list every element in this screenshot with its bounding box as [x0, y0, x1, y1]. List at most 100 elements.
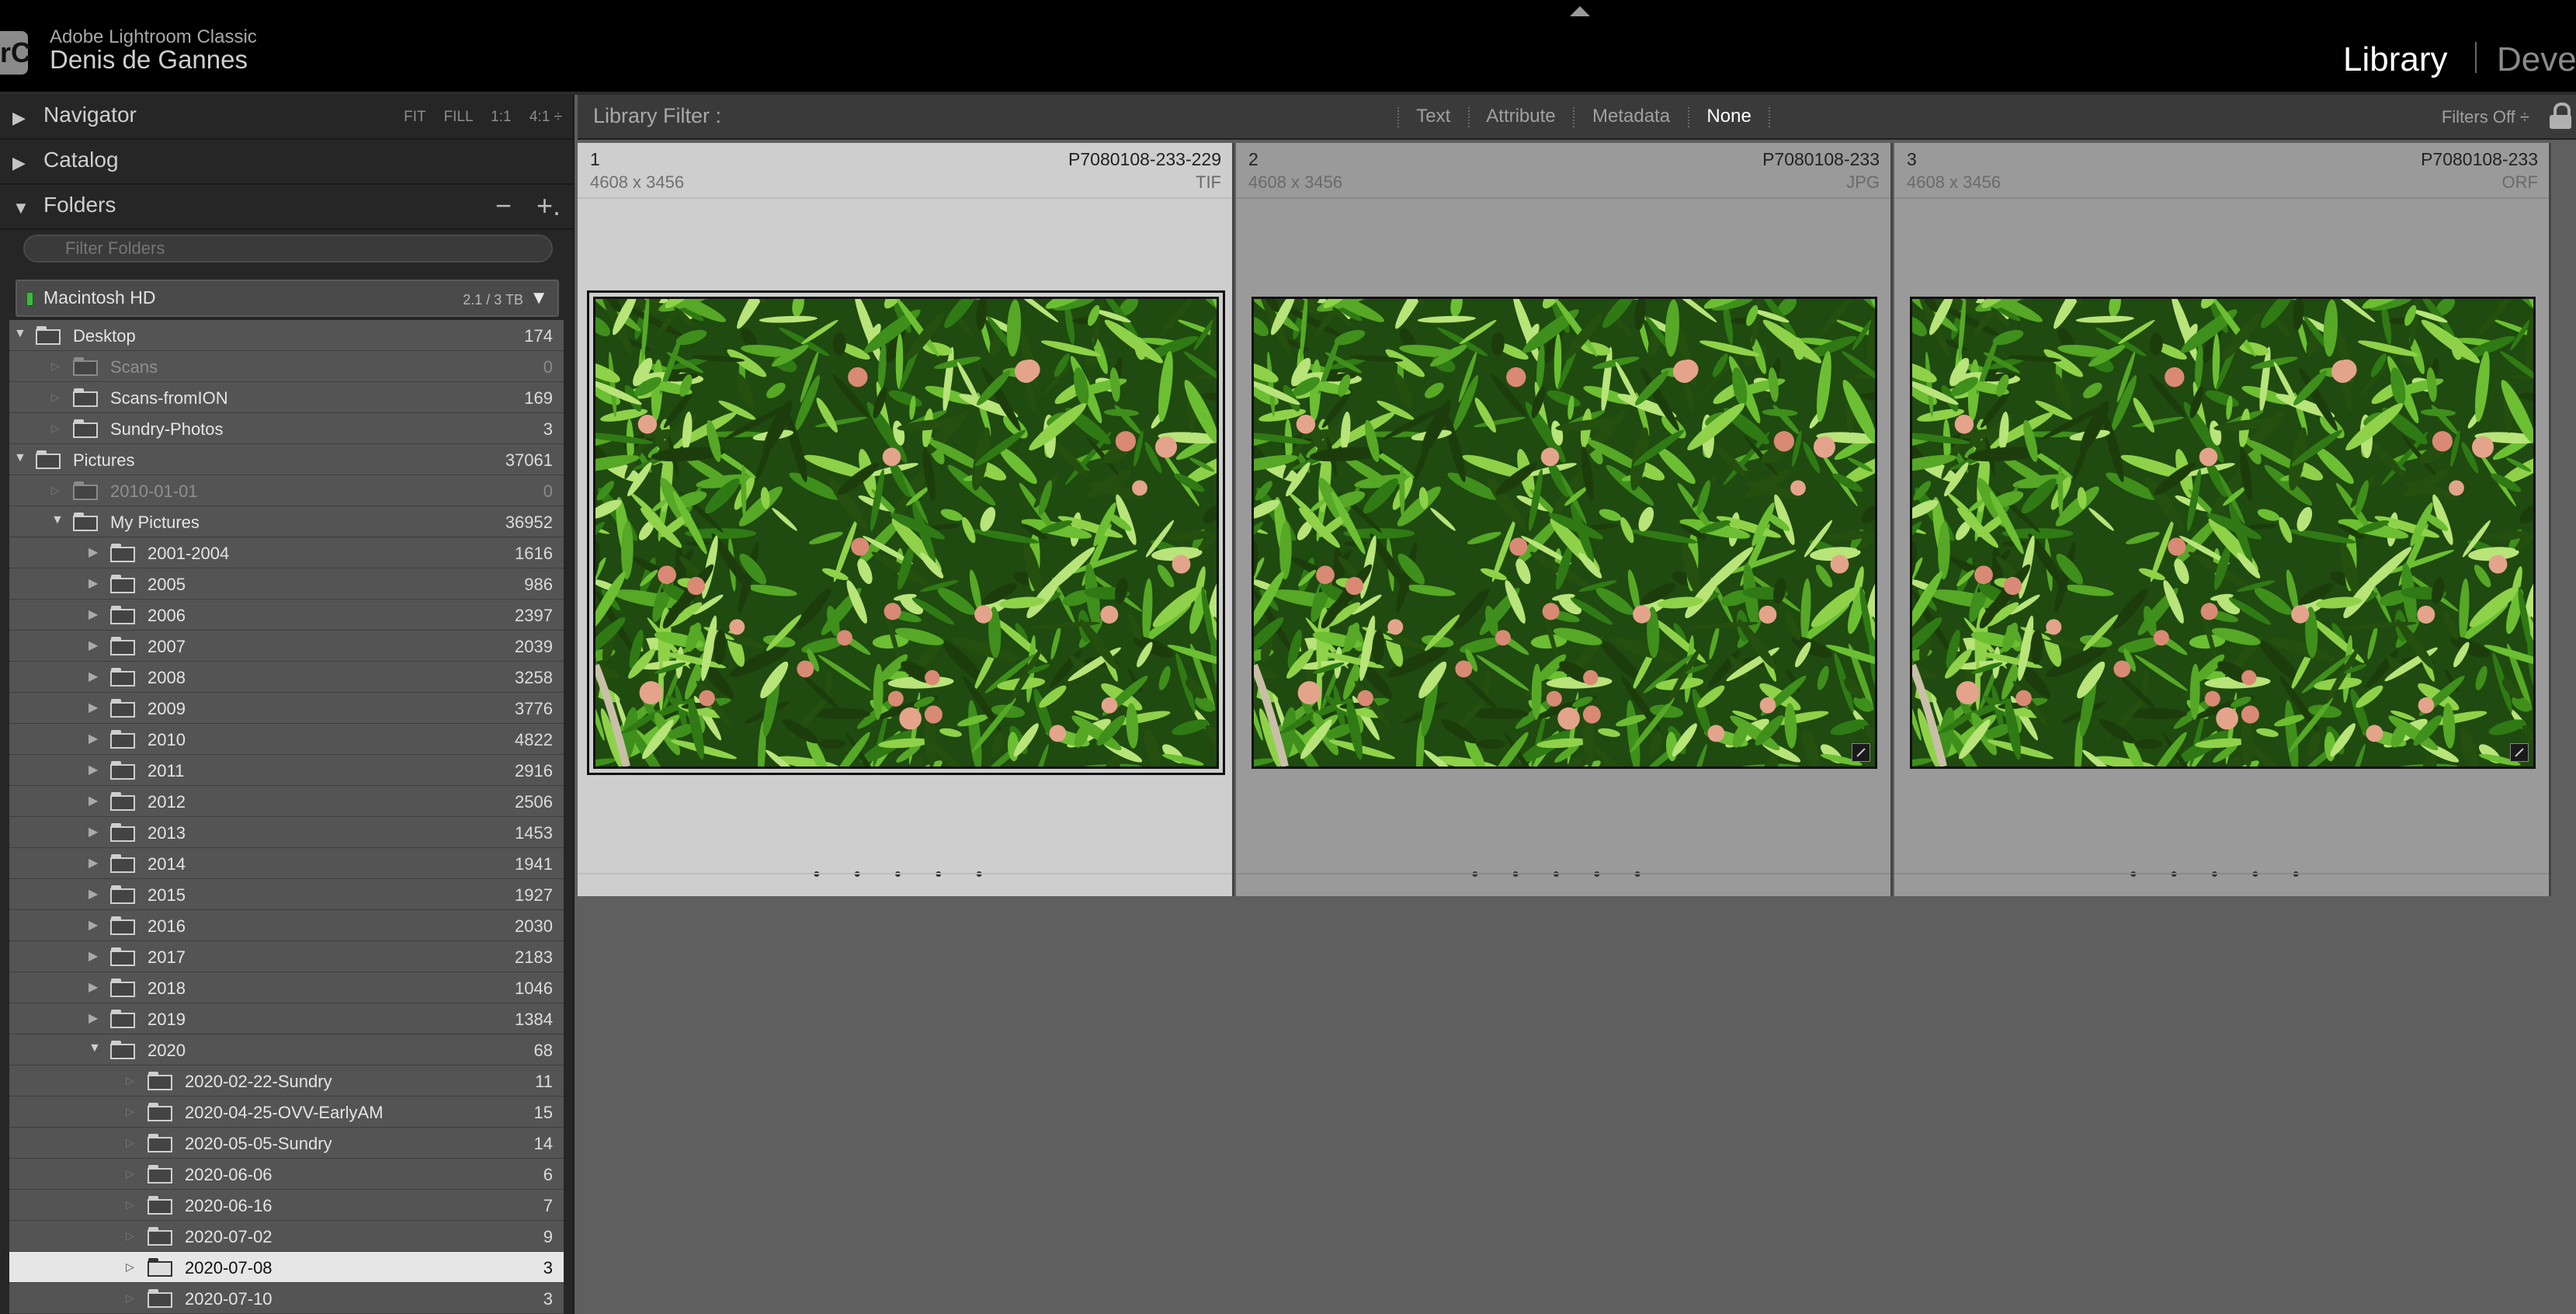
folder-row[interactable]: ▼ My Pictures 36952: [9, 506, 564, 537]
volume-menu-arrow-icon[interactable]: ▼: [529, 287, 548, 309]
module-library[interactable]: Library: [2343, 40, 2448, 79]
disclosure-empty-icon[interactable]: ▷: [126, 1136, 134, 1149]
folder-row[interactable]: ▷ 2020-07-02 9: [9, 1221, 564, 1252]
photo-thumbnail[interactable]: [587, 290, 1225, 775]
disclosure-closed-icon[interactable]: ▶: [89, 575, 98, 591]
disclosure-closed-icon[interactable]: ▶: [89, 948, 98, 964]
expand-triangle-icon[interactable]: ▶: [12, 108, 26, 128]
folder-row[interactable]: ▼ 2020 68: [9, 1034, 564, 1065]
folder-name: 2008: [148, 668, 186, 687]
folder-row[interactable]: ▷ 2020-04-25-OVV-EarlyAM 15: [9, 1097, 564, 1128]
disclosure-empty-icon[interactable]: ▷: [126, 1105, 134, 1118]
zoom-fill[interactable]: FILL: [444, 109, 473, 125]
folder-row[interactable]: ▶ 2019 1384: [9, 1003, 564, 1034]
folder-count: 1927: [515, 885, 553, 905]
collapse-top-panel-icon[interactable]: [1570, 6, 1590, 16]
develop-adjustments-badge-icon[interactable]: [2510, 743, 2529, 762]
folder-row[interactable]: ▶ 2011 2916: [9, 755, 564, 786]
filter-metadata[interactable]: Metadata: [1592, 106, 1670, 127]
folder-row[interactable]: ▷ 2010-01-01 0: [9, 475, 564, 506]
disclosure-closed-icon[interactable]: ▶: [89, 1010, 98, 1026]
folder-row[interactable]: ▶ 2001-2004 1616: [9, 537, 564, 568]
navigator-panel-header[interactable]: ▶ Navigator FIT FILL 1:1 4:1 ÷: [0, 95, 573, 140]
folders-panel-header[interactable]: ▼ Folders − +.: [0, 185, 573, 230]
expand-triangle-icon[interactable]: ▶: [12, 153, 26, 173]
disclosure-closed-icon[interactable]: ▶: [89, 607, 98, 622]
lock-icon[interactable]: [2550, 103, 2571, 130]
filter-attribute[interactable]: Attribute: [1486, 106, 1555, 127]
folder-row[interactable]: ▶ 2015 1927: [9, 879, 564, 910]
folder-row[interactable]: ▶ 2017 2183: [9, 941, 564, 972]
disclosure-closed-icon[interactable]: ▶: [89, 669, 98, 684]
folder-row[interactable]: ▷ Sundry-Photos 3: [9, 413, 564, 444]
folder-row[interactable]: ▶ 2010 4822: [9, 724, 564, 755]
filter-none[interactable]: None: [1706, 106, 1751, 127]
folder-row[interactable]: ▶ 2016 2030: [9, 910, 564, 941]
grid-cell[interactable]: 1 P7080108-233-229 4608 x 3456 TIF • • • • •: [578, 143, 1234, 896]
zoom-custom[interactable]: 4:1 ÷: [529, 109, 562, 125]
folder-row[interactable]: ▷ 2020-07-10 3: [9, 1283, 564, 1314]
folder-row[interactable]: ▶ 2008 3258: [9, 662, 564, 693]
disclosure-empty-icon[interactable]: ▷: [126, 1198, 134, 1211]
catalog-panel-header[interactable]: ▶ Catalog: [0, 140, 573, 185]
photo-thumbnail[interactable]: [1910, 297, 2536, 769]
folder-row[interactable]: ▶ 2009 3776: [9, 693, 564, 724]
folder-row[interactable]: ▼ Desktop 174: [9, 320, 564, 351]
disclosure-empty-icon[interactable]: ▷: [51, 360, 60, 373]
remove-folder-button[interactable]: −: [495, 189, 512, 221]
folder-row[interactable]: ▶ 2018 1046: [9, 972, 564, 1003]
disclosure-closed-icon[interactable]: ▶: [89, 886, 98, 902]
zoom-1-1[interactable]: 1:1: [491, 109, 511, 125]
disclosure-open-icon[interactable]: ▼: [14, 327, 26, 341]
folder-row[interactable]: ▶ 2007 2039: [9, 631, 564, 662]
filter-preset-dropdown[interactable]: Filters Off ÷: [2442, 107, 2529, 127]
folder-row[interactable]: ▷ 2020-07-08 3: [9, 1252, 564, 1283]
folder-row[interactable]: ▷ 2020-06-16 7: [9, 1190, 564, 1221]
disclosure-closed-icon[interactable]: ▶: [89, 762, 98, 777]
disclosure-closed-icon[interactable]: ▶: [89, 979, 98, 995]
disclosure-closed-icon[interactable]: ▶: [89, 700, 98, 715]
folder-row[interactable]: ▷ 2020-06-06 6: [9, 1159, 564, 1190]
disclosure-open-icon[interactable]: ▼: [51, 513, 64, 527]
disclosure-closed-icon[interactable]: ▶: [89, 824, 98, 840]
photo-thumbnail[interactable]: [1252, 297, 1877, 769]
filter-folders-input[interactable]: [23, 235, 553, 262]
grid-cell[interactable]: 3 P7080108-233 4608 x 3456 ORF • • • • •: [1894, 143, 2551, 896]
collapse-triangle-icon[interactable]: ▼: [12, 198, 30, 218]
folder-row[interactable]: ▷ Scans-fromION 169: [9, 382, 564, 413]
disclosure-closed-icon[interactable]: ▶: [89, 731, 98, 746]
disclosure-closed-icon[interactable]: ▶: [89, 638, 98, 653]
grid-cell[interactable]: 2 P7080108-233 4608 x 3456 JPG • • • • •: [1236, 143, 1893, 896]
folder-row[interactable]: ▷ Scans 0: [9, 351, 564, 382]
folder-row[interactable]: ▶ 2006 2397: [9, 600, 564, 631]
disclosure-empty-icon[interactable]: ▷: [126, 1074, 134, 1087]
folder-row[interactable]: ▶ 2013 1453: [9, 817, 564, 848]
disclosure-empty-icon[interactable]: ▷: [126, 1260, 134, 1274]
disclosure-empty-icon[interactable]: ▷: [51, 422, 60, 435]
folder-name: Pictures: [73, 450, 135, 470]
folder-row[interactable]: ▶ 2005 986: [9, 568, 564, 600]
disclosure-empty-icon[interactable]: ▷: [126, 1229, 134, 1243]
folder-row[interactable]: ▷ 2020-05-05-Sundry 14: [9, 1128, 564, 1159]
zoom-fit[interactable]: FIT: [404, 109, 425, 125]
develop-adjustments-badge-icon[interactable]: [1852, 743, 1870, 762]
disclosure-empty-icon[interactable]: ▷: [51, 484, 60, 497]
disclosure-closed-icon[interactable]: ▶: [89, 544, 98, 560]
folder-row[interactable]: ▶ 2012 2506: [9, 786, 564, 817]
disclosure-empty-icon[interactable]: ▷: [126, 1167, 134, 1180]
folder-row[interactable]: ▼ Pictures 37061: [9, 444, 564, 475]
disclosure-closed-icon[interactable]: ▶: [89, 917, 98, 933]
folder-icon: [110, 854, 135, 873]
disclosure-closed-icon[interactable]: ▶: [89, 793, 98, 808]
disclosure-empty-icon[interactable]: ▷: [51, 391, 60, 404]
disclosure-closed-icon[interactable]: ▶: [89, 855, 98, 871]
filter-text[interactable]: Text: [1416, 106, 1450, 127]
add-folder-button[interactable]: +.: [536, 189, 561, 221]
volume-macintosh-hd[interactable]: Macintosh HD 2.1 / 3 TB ▼: [16, 280, 559, 317]
disclosure-open-icon[interactable]: ▼: [89, 1041, 101, 1055]
folder-row[interactable]: ▷ 2020-02-22-Sundry 11: [9, 1065, 564, 1097]
disclosure-empty-icon[interactable]: ▷: [126, 1291, 134, 1305]
module-develop[interactable]: Devel: [2497, 40, 2576, 79]
folder-row[interactable]: ▶ 2014 1941: [9, 848, 564, 879]
disclosure-open-icon[interactable]: ▼: [14, 451, 26, 465]
